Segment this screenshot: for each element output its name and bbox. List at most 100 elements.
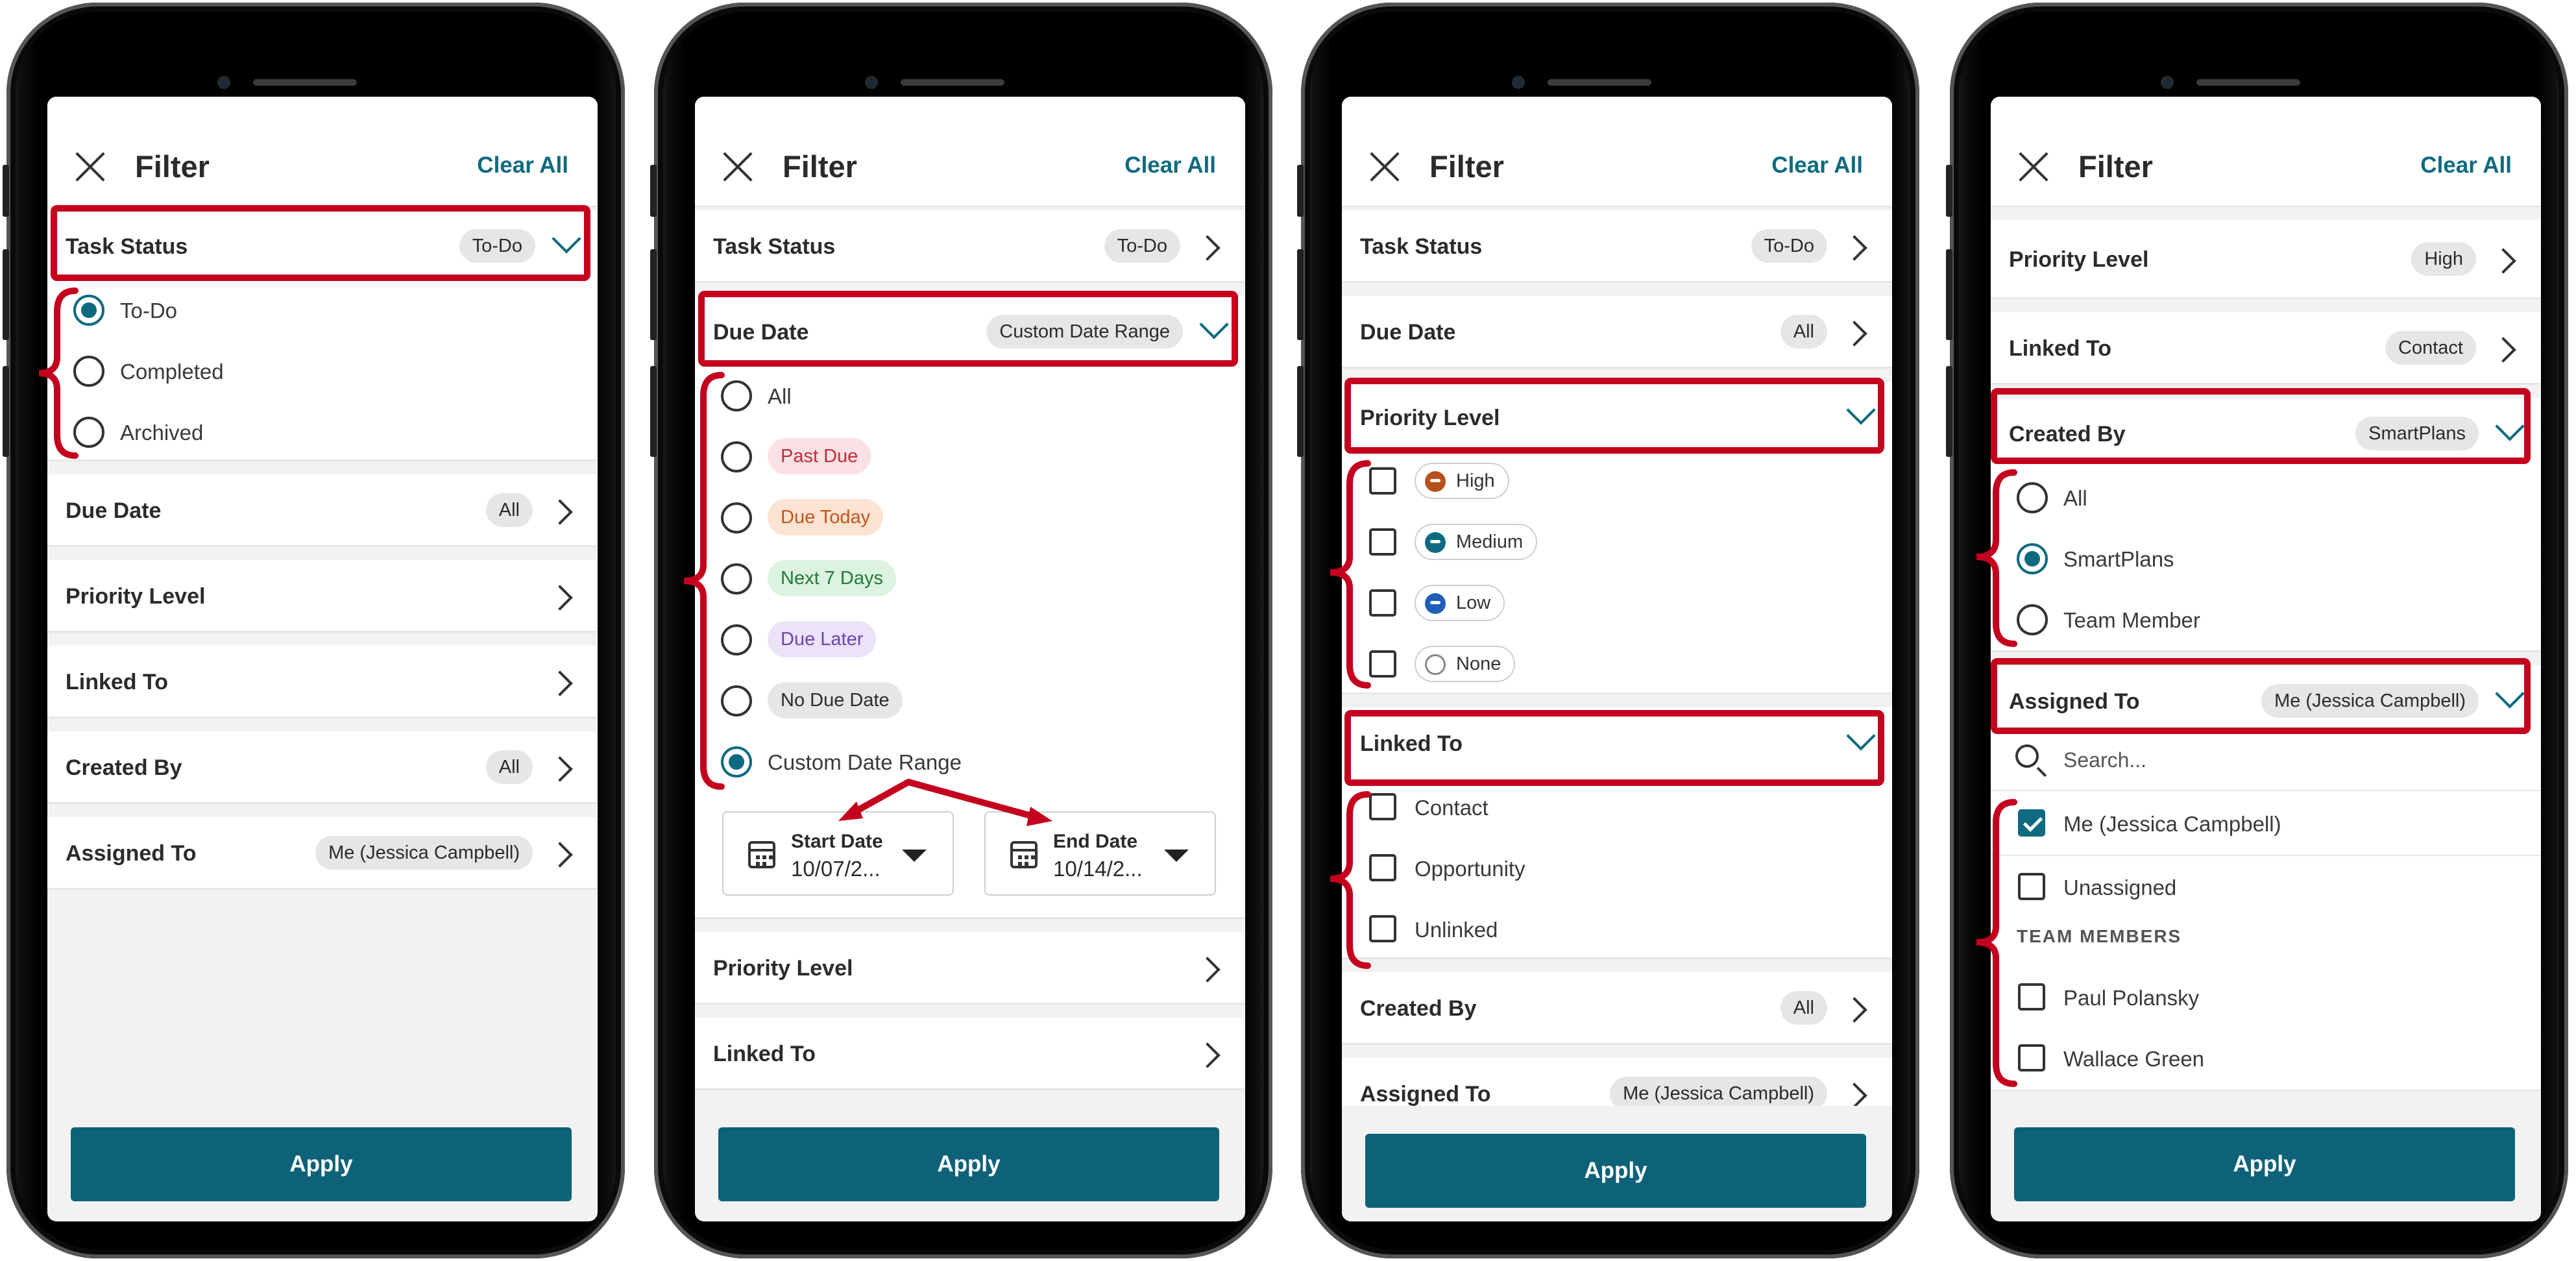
radio-option[interactable]: No Due Date	[695, 670, 1245, 731]
checkbox-icon[interactable]	[1369, 915, 1396, 942]
checkbox-checked-icon[interactable]	[2018, 809, 2045, 837]
priority-level-section[interactable]: Priority Level	[695, 932, 1245, 1005]
linked-to-section[interactable]: Linked To Contact	[1991, 312, 2541, 385]
apply-button[interactable]: Apply	[71, 1127, 572, 1201]
radio-icon[interactable]	[2017, 604, 2048, 635]
task-status-section[interactable]: Task Status To-Do	[695, 210, 1245, 283]
radio-icon[interactable]	[721, 441, 752, 472]
radio-option[interactable]: Completed	[47, 340, 598, 401]
radio-option[interactable]: All	[1991, 467, 2541, 528]
search-input[interactable]: Search...	[2063, 748, 2146, 772]
close-icon[interactable]	[721, 150, 755, 184]
created-by-section[interactable]: Created By All	[47, 731, 598, 804]
chevron-right-icon[interactable]	[2494, 249, 2515, 270]
task-status-row[interactable]: Task Status To-Do	[47, 210, 598, 283]
radio-option[interactable]: Team Member	[1991, 589, 2541, 650]
checkbox-icon[interactable]	[1369, 854, 1396, 881]
apply-button[interactable]: Apply	[2014, 1127, 2515, 1201]
priority-level-section[interactable]: Priority Level	[47, 560, 598, 633]
checkbox-icon[interactable]	[1369, 528, 1396, 556]
chevron-right-icon[interactable]	[1198, 1044, 1219, 1064]
chevron-right-icon[interactable]	[551, 500, 572, 521]
chevron-right-icon[interactable]	[1845, 322, 1866, 343]
chevron-right-icon[interactable]	[551, 843, 572, 864]
checkbox-icon[interactable]	[1369, 793, 1396, 820]
radio-option[interactable]: Due Later	[695, 609, 1245, 670]
chevron-right-icon[interactable]	[1198, 958, 1219, 979]
checkbox-option[interactable]: Contact	[1342, 776, 1892, 837]
radio-option[interactable]: Due Today	[695, 487, 1245, 548]
radio-selected-icon[interactable]	[721, 746, 752, 777]
checkbox-icon[interactable]	[2018, 983, 2045, 1010]
due-date-row[interactable]: Due Date Custom Date Range	[695, 296, 1245, 369]
checkbox-icon[interactable]	[2018, 873, 2045, 900]
priority-level-section[interactable]: Priority Level High	[1991, 220, 2541, 299]
chevron-down-icon[interactable]	[1845, 729, 1877, 750]
checkbox-option[interactable]: Medium	[1342, 511, 1892, 572]
chevron-down-icon[interactable]	[1198, 318, 1230, 339]
radio-icon[interactable]	[721, 624, 752, 655]
due-date-section[interactable]: Due Date All	[1342, 296, 1892, 369]
linked-to-section[interactable]: Linked To	[695, 1018, 1245, 1090]
checkbox-option[interactable]: Low	[1342, 572, 1892, 633]
chevron-right-icon[interactable]	[1845, 998, 1866, 1019]
checkbox-icon[interactable]	[1369, 650, 1396, 678]
radio-selected-icon[interactable]	[73, 295, 104, 326]
chevron-right-icon[interactable]	[551, 757, 572, 778]
chevron-right-icon[interactable]	[551, 586, 572, 607]
close-icon[interactable]	[1368, 150, 1402, 184]
close-icon[interactable]	[73, 150, 107, 184]
linked-to-section[interactable]: Linked To	[47, 646, 598, 718]
radio-option[interactable]: To-Do	[47, 279, 598, 340]
radio-selected-icon[interactable]	[2017, 543, 2048, 574]
clear-all-button[interactable]: Clear All	[1771, 153, 1863, 178]
priority-level-row[interactable]: Priority Level	[1342, 382, 1892, 454]
checkbox-icon[interactable]	[1369, 467, 1396, 495]
checkbox-option[interactable]: None	[1342, 633, 1892, 694]
chevron-right-icon[interactable]	[1845, 1084, 1866, 1105]
chevron-down-icon[interactable]	[2494, 420, 2525, 441]
radio-option[interactable]: Archived	[47, 401, 598, 462]
radio-icon[interactable]	[721, 685, 752, 716]
radio-option[interactable]: Past Due	[695, 426, 1245, 487]
dropdown-arrow-icon[interactable]	[1164, 850, 1189, 862]
radio-option[interactable]: Custom Date Range	[695, 731, 1245, 792]
created-by-row[interactable]: Created By SmartPlans	[1991, 398, 2541, 471]
clear-all-button[interactable]: Clear All	[1124, 153, 1216, 178]
radio-icon[interactable]	[721, 502, 752, 533]
chevron-right-icon[interactable]	[551, 672, 572, 692]
radio-icon[interactable]	[2017, 482, 2048, 513]
checkbox-option[interactable]: Unlinked	[1342, 898, 1892, 959]
chevron-down-icon[interactable]	[2494, 687, 2525, 708]
linked-to-row[interactable]: Linked To	[1342, 707, 1892, 780]
checkbox-option[interactable]: Paul Polansky	[1991, 966, 2541, 1027]
checkbox-option[interactable]: High	[1342, 450, 1892, 511]
checkbox-icon[interactable]	[1369, 589, 1396, 617]
apply-button[interactable]: Apply	[718, 1127, 1219, 1201]
radio-option[interactable]: SmartPlans	[1991, 528, 2541, 589]
radio-option[interactable]: All	[695, 365, 1245, 426]
checkbox-option[interactable]: Wallace Green	[1991, 1027, 2541, 1088]
close-icon[interactable]	[2017, 150, 2050, 184]
checkbox-option[interactable]: Opportunity	[1342, 837, 1892, 898]
checkbox-option[interactable]: Unassigned	[1991, 856, 2541, 917]
end-date-picker[interactable]: End Date 10/14/2...	[984, 811, 1216, 896]
radio-icon[interactable]	[721, 380, 752, 411]
dropdown-arrow-icon[interactable]	[902, 850, 927, 862]
chevron-down-icon[interactable]	[1845, 404, 1877, 424]
radio-option[interactable]: Next 7 Days	[695, 548, 1245, 609]
apply-button[interactable]: Apply	[1365, 1134, 1866, 1208]
assigned-to-row[interactable]: Assigned To Me (Jessica Campbell)	[1991, 665, 2541, 738]
task-status-section[interactable]: Task Status To-Do	[1342, 210, 1892, 283]
radio-icon[interactable]	[73, 356, 104, 387]
clear-all-button[interactable]: Clear All	[2420, 153, 2512, 178]
due-date-section[interactable]: Due Date All	[47, 474, 598, 547]
start-date-picker[interactable]: Start Date 10/07/2...	[722, 811, 954, 896]
assigned-to-section[interactable]: Assigned To Me (Jessica Campbell)	[47, 817, 598, 890]
checkbox-option[interactable]: Me (Jessica Campbell)	[1991, 792, 2541, 853]
chevron-right-icon[interactable]	[1198, 236, 1219, 257]
radio-icon[interactable]	[73, 417, 104, 448]
radio-icon[interactable]	[721, 563, 752, 594]
created-by-section[interactable]: Created By All	[1342, 972, 1892, 1045]
search-field[interactable]: Search...	[1991, 729, 2541, 791]
